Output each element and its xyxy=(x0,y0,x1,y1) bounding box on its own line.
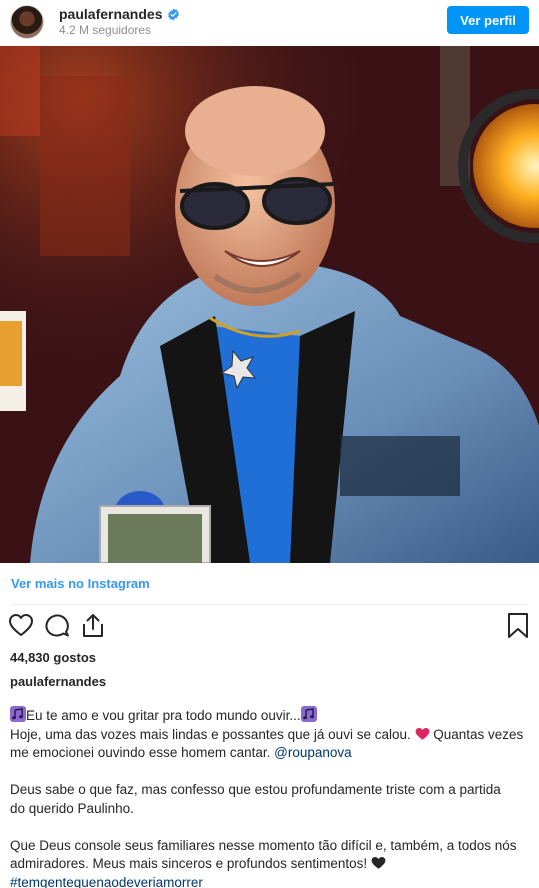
caption-line: Deus sabe o que faz, mas confesso que es… xyxy=(10,782,501,797)
verified-badge-icon xyxy=(168,8,180,20)
comment-icon[interactable] xyxy=(44,612,70,640)
like-count[interactable]: 44,830 gostos xyxy=(10,650,96,665)
mention-link[interactable]: @roupanova xyxy=(274,745,352,760)
caption-line: Hoje, uma das vozes mais lindas e possan… xyxy=(10,726,411,742)
caption-line: me emocionei ouvindo esse homem cantar. xyxy=(10,745,275,760)
music-notes-icon xyxy=(300,706,317,722)
post-photo[interactable] xyxy=(0,46,539,563)
post-caption: Eu te amo e vou gritar pra todo mundo ou… xyxy=(10,706,530,888)
caption-username[interactable]: paulafernandes xyxy=(10,674,106,689)
action-bar xyxy=(0,612,539,642)
caption-line: Quantas vezes xyxy=(429,726,524,742)
caption-line: admiradores. Meus mais sinceros e profun… xyxy=(10,856,368,871)
follower-count: 4.2 M seguidores xyxy=(59,23,152,37)
music-notes-icon xyxy=(10,706,26,722)
post-header: paulafernandes 4.2 M seguidores Ver perf… xyxy=(0,0,539,46)
caption-line: do querido Paulinho. xyxy=(10,800,134,816)
username[interactable]: paulafernandes xyxy=(59,6,162,22)
username-row: paulafernandes xyxy=(59,6,180,22)
view-profile-button[interactable]: Ver perfil xyxy=(447,6,529,34)
view-more-link[interactable]: Ver mais no Instagram xyxy=(11,576,150,591)
black-heart-icon xyxy=(371,856,386,869)
divider xyxy=(11,604,528,605)
caption-line: Que Deus console seus familiares nesse m… xyxy=(10,837,517,853)
post-photo-illustration xyxy=(0,46,539,563)
share-icon[interactable] xyxy=(80,612,106,640)
avatar[interactable] xyxy=(10,5,44,39)
hashtag-link[interactable]: #temgentequenaodeveriamorrer xyxy=(10,875,203,888)
red-heart-icon xyxy=(415,727,429,740)
bookmark-icon[interactable] xyxy=(505,612,531,640)
heart-outline-icon[interactable] xyxy=(8,612,34,640)
caption-line: Eu te amo e vou gritar pra todo mundo ou… xyxy=(26,708,301,723)
